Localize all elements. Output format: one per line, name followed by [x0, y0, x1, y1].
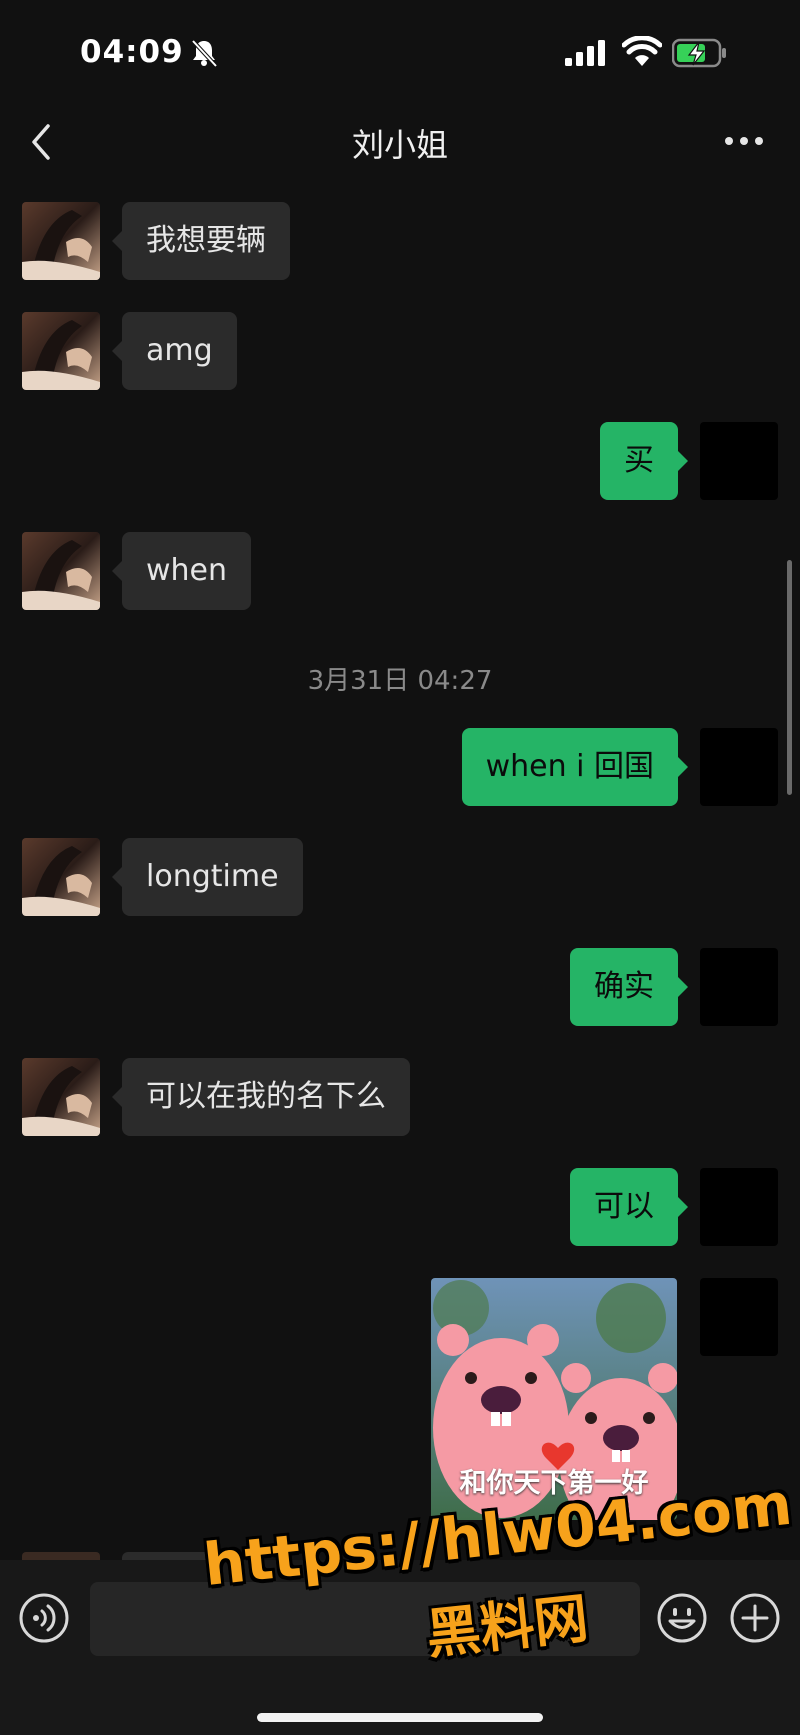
status-bar: 04:09 [0, 0, 800, 110]
message-bubble-outgoing[interactable]: when i 回国 [461, 728, 689, 806]
self-avatar[interactable] [700, 422, 778, 500]
input-bar [0, 1560, 800, 1735]
self-avatar[interactable] [700, 1278, 778, 1356]
voice-icon[interactable] [18, 1592, 70, 1644]
message-bubble-incoming[interactable]: 可以在我的名下么 [112, 1058, 410, 1136]
contact-avatar[interactable] [22, 532, 100, 610]
status-time: 04:09 [80, 34, 184, 70]
contact-avatar[interactable] [22, 202, 100, 280]
battery-charging-icon [672, 38, 726, 68]
plus-icon[interactable] [729, 1592, 781, 1644]
self-avatar[interactable] [700, 728, 778, 806]
wifi-icon [622, 36, 662, 66]
bell-slash-icon [191, 39, 218, 68]
scrollbar[interactable] [787, 560, 792, 795]
sticker-message[interactable]: 和你天下第一好 [431, 1278, 677, 1520]
self-avatar[interactable] [700, 948, 778, 1026]
message-bubble-incoming[interactable]: amg [112, 312, 237, 390]
self-avatar[interactable] [700, 1168, 778, 1246]
message-bubble-outgoing[interactable]: 确实 [570, 948, 688, 1026]
home-indicator [257, 1713, 543, 1722]
message-bubble-incoming[interactable]: longtime [112, 838, 303, 916]
message-timestamp: 3月31日 04:27 [307, 666, 493, 696]
message-bubble-outgoing[interactable]: 买 [600, 422, 688, 500]
contact-avatar[interactable] [22, 838, 100, 916]
message-bubble-incoming[interactable]: 我想要辆 [112, 202, 290, 280]
contact-avatar[interactable] [22, 1058, 100, 1136]
contact-avatar[interactable] [22, 312, 100, 390]
signal-icon [565, 40, 605, 66]
more-dots-icon[interactable] [722, 130, 766, 152]
message-bubble-incoming[interactable]: when [111, 532, 252, 610]
emoji-icon[interactable] [656, 1592, 708, 1644]
chat-header: 刘小姐 [0, 110, 800, 172]
sticker-caption: 和你天下第一好 [459, 1468, 649, 1499]
message-input[interactable] [90, 1582, 640, 1656]
chat-title: 刘小姐 [351, 126, 448, 164]
message-bubble-outgoing[interactable]: 可以 [570, 1168, 688, 1246]
